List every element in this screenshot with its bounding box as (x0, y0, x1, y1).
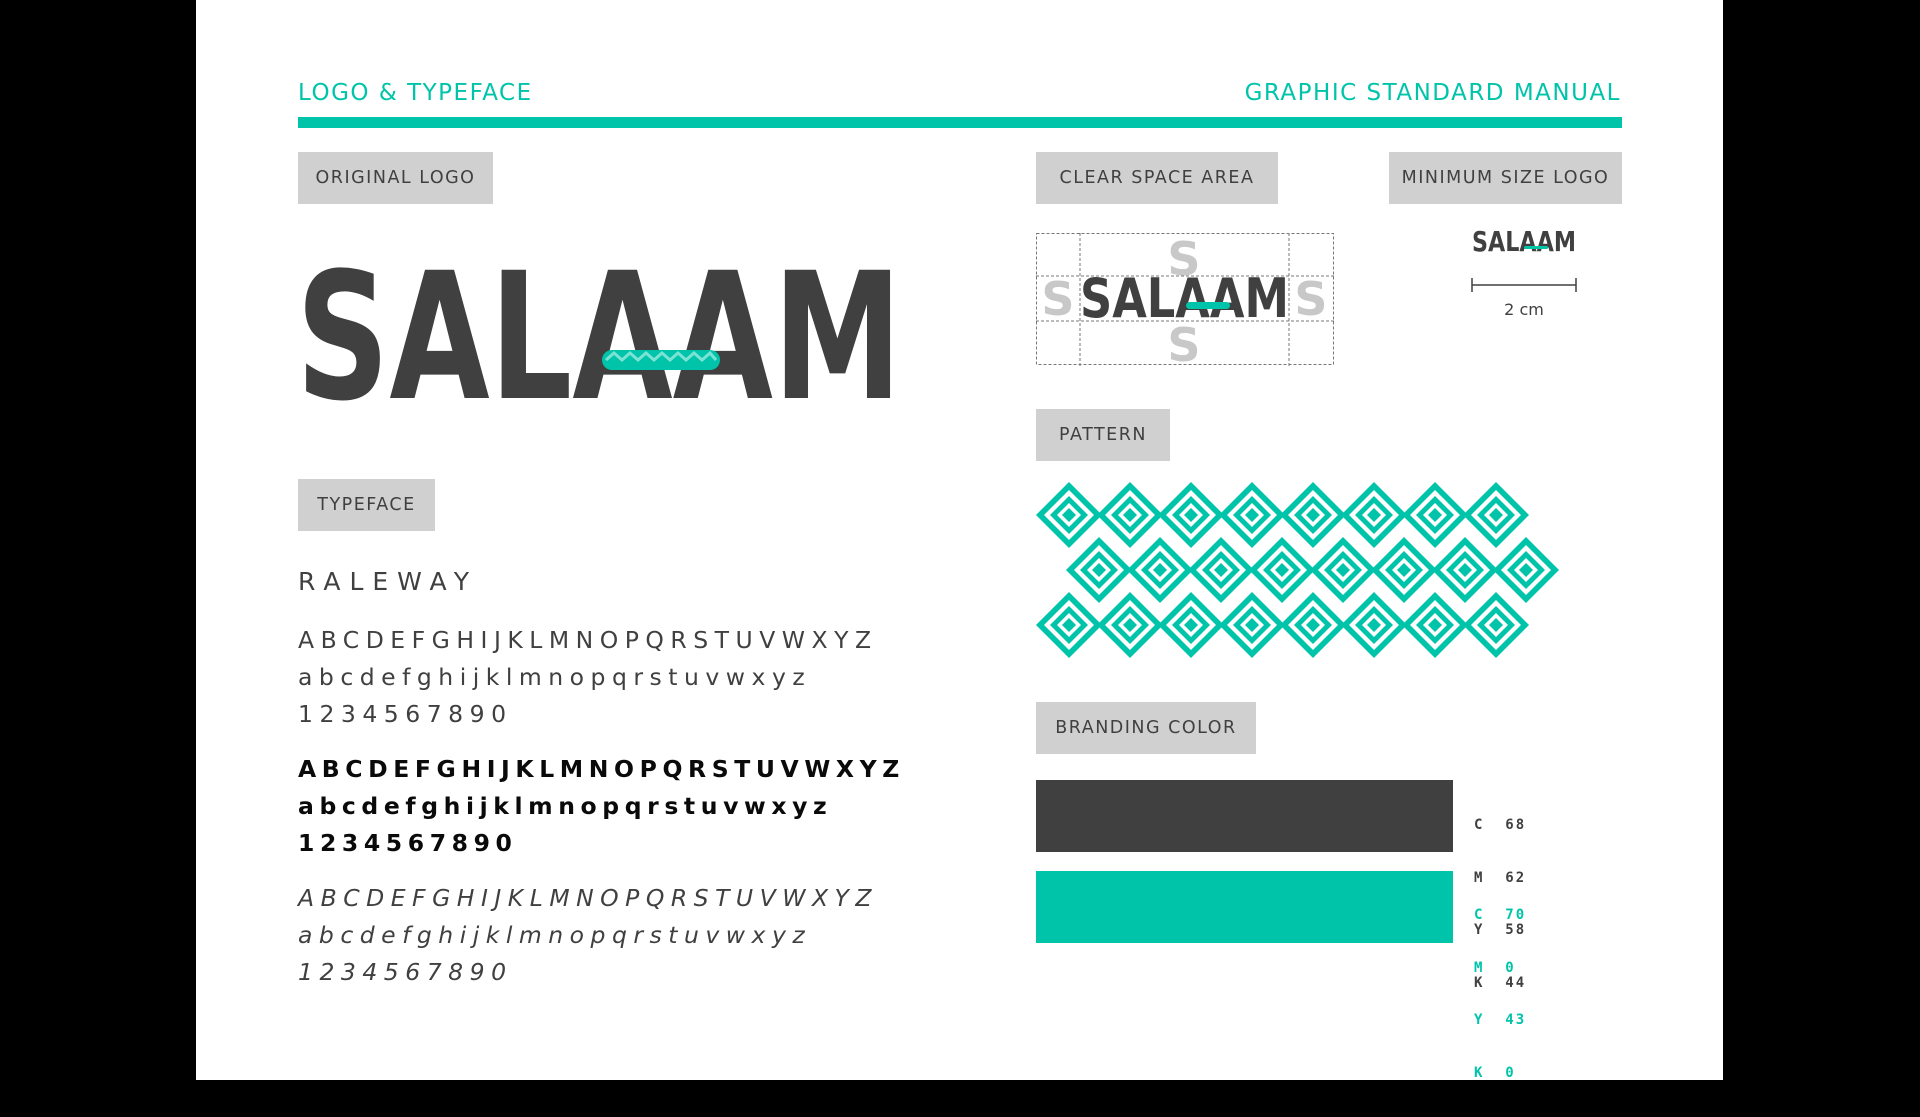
pattern-diamond (1371, 537, 1437, 603)
pattern-label: PATTERN (1036, 409, 1170, 461)
pattern-diamond (1432, 537, 1498, 603)
pattern-diamond (1402, 482, 1468, 548)
pattern-diamond (1188, 537, 1254, 603)
cmyk-row: M 0 (1474, 959, 1516, 976)
pattern-diamond (1219, 482, 1285, 548)
pattern-diamond (1158, 592, 1224, 658)
cmyk-row: C 68 (1474, 817, 1527, 833)
accent-cmyk-values: C 70 M 0 Y 43 K 0 (1474, 872, 1526, 1117)
pattern-diamond (1097, 482, 1163, 548)
branding-color-label: BRANDING COLOR (1036, 702, 1256, 754)
regular-numerals: 1234567890 (298, 700, 513, 728)
regular-uppercase: ABCDEFGHIJKLMNOPQRSTUVWXYZ (298, 626, 878, 654)
pattern-diamond (1097, 592, 1163, 658)
typeface-name: RALEWAY (298, 567, 478, 596)
pattern-diamond (1310, 537, 1376, 603)
cmyk-row: C 70 (1474, 907, 1527, 923)
italic-lowercase: abcdefghijklmnopqrstuvwxyz (298, 921, 812, 949)
minimum-size-logo: SALAAM 2 cm (1471, 225, 1577, 319)
pattern-diamond (1036, 592, 1102, 658)
regular-lowercase: abcdefghijklmnopqrstuvwxyz (298, 663, 812, 691)
header-rule (298, 117, 1622, 128)
dark-color-swatch (1036, 780, 1453, 852)
italic-uppercase: ABCDEFGHIJKLMNOPQRSTUVWXYZ (298, 884, 878, 912)
clear-space-diagram: S S S S SALAAM (1036, 233, 1334, 366)
original-logo-label: ORIGINAL LOGO (298, 152, 493, 204)
clear-space-marker-right: S (1294, 272, 1327, 326)
pattern-diamond (1493, 537, 1559, 603)
manual-title: GRAPHIC STANDARD MANUAL (1244, 80, 1621, 106)
pattern-diamond (1280, 592, 1346, 658)
pattern-diamond (1463, 482, 1529, 548)
pattern-diamond (1219, 592, 1285, 658)
accent-color-swatch (1036, 871, 1453, 943)
mini-wordmark: SALAAM (1472, 225, 1576, 258)
cmyk-row: K 0 (1474, 1064, 1516, 1081)
salaam-logo: SALAAM (296, 262, 902, 412)
size-measure: 2 cm (1504, 300, 1544, 319)
pattern-diamond (1036, 482, 1102, 548)
italic-numerals: 1234567890 (298, 958, 513, 986)
cmyk-row: Y 43 (1474, 1012, 1527, 1028)
minimum-size-label: MINIMUM SIZE LOGO (1389, 152, 1622, 204)
pattern-diamond (1341, 592, 1407, 658)
bold-uppercase: ABCDEFGHIJKLMNOPQRSTUVWXYZ (298, 755, 905, 783)
bold-numerals: 1234567890 (298, 829, 518, 857)
clear-space-wordmark: SALAAM (1080, 267, 1289, 330)
pattern-diamond (1280, 482, 1346, 548)
manual-page: LOGO & TYPEFACE GRAPHIC STANDARD MANUAL … (196, 0, 1723, 1081)
brand-pattern (1036, 482, 1559, 658)
section-title: LOGO & TYPEFACE (298, 80, 533, 106)
pattern-diamond (1158, 482, 1224, 548)
clear-space-label: CLEAR SPACE AREA (1036, 152, 1278, 204)
pattern-diamond (1463, 592, 1529, 658)
bold-lowercase: abcdefghijklmnopqrstuvwxyz (298, 792, 833, 820)
pattern-diamond (1127, 537, 1193, 603)
pattern-diamond (1066, 537, 1132, 603)
pattern-diamond (1341, 482, 1407, 548)
logo-wordmark: SALAAM (296, 262, 902, 412)
pattern-diamond (1402, 592, 1468, 658)
clear-space-marker-left: S (1041, 272, 1074, 326)
typeface-label: TYPEFACE (298, 479, 435, 531)
pattern-diamond (1249, 537, 1315, 603)
